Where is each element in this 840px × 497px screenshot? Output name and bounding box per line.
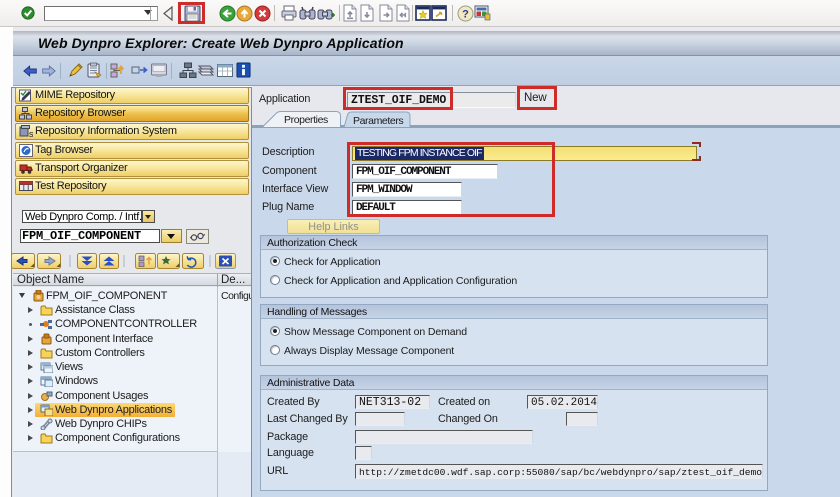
svg-text:?: ?	[462, 9, 469, 21]
svg-text:s: s	[29, 129, 33, 138]
